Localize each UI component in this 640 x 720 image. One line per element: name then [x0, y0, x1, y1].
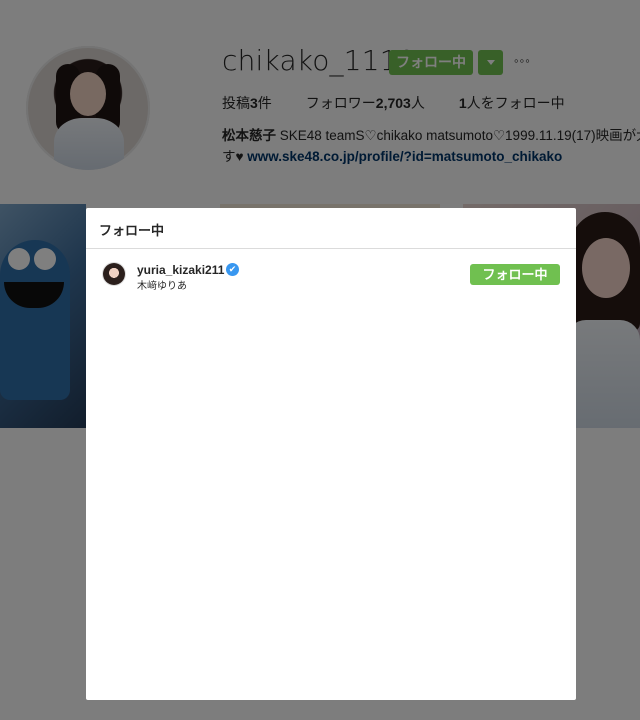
avatar[interactable] [103, 263, 125, 285]
following-toggle-button[interactable]: フォロー中 [470, 264, 560, 285]
verified-badge-icon: ✔ [226, 263, 239, 276]
modal-header: フォロー中 [86, 208, 576, 249]
list-item: yuria_kizaki211 ✔ 木﨑ゆりあ フォロー中 [86, 260, 576, 292]
modal-title: フォロー中 [99, 223, 165, 238]
user-full-name: 木﨑ゆりあ [137, 281, 187, 292]
user-username[interactable]: yuria_kizaki211 [137, 263, 224, 277]
following-modal: フォロー中 yuria_kizaki211 ✔ 木﨑ゆりあ フォロー中 [86, 208, 576, 700]
